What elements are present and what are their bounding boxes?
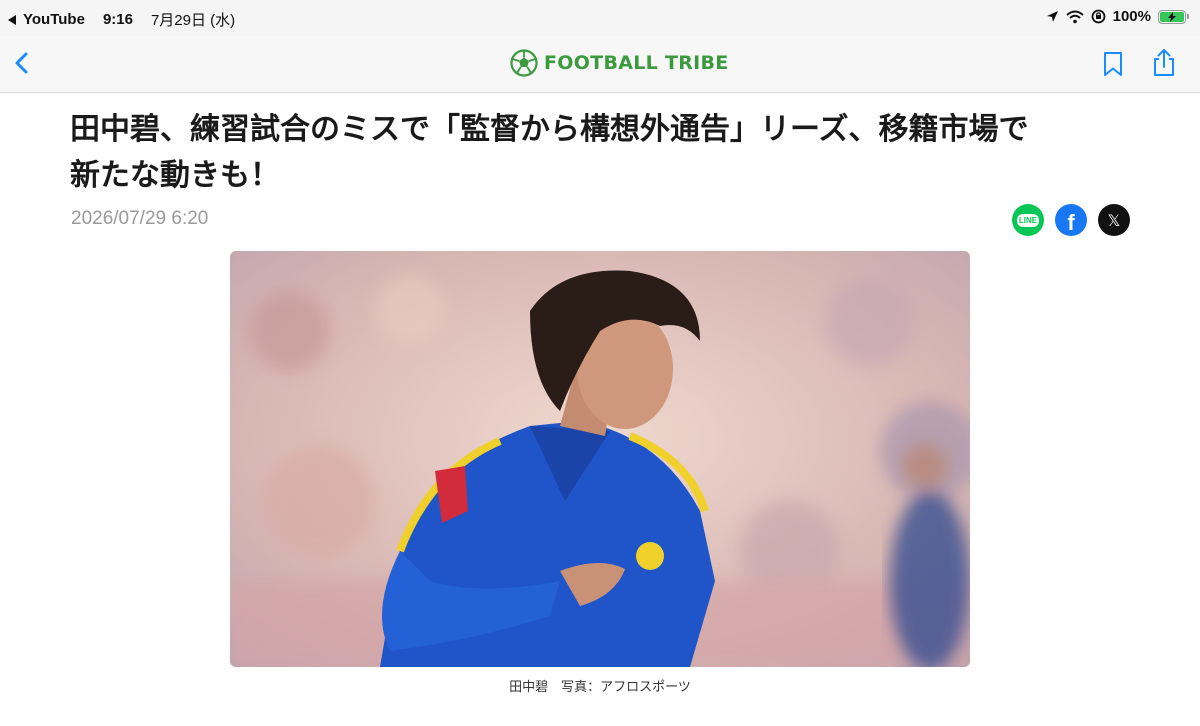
site-logo[interactable]: FOOTBALL TRIBE xyxy=(510,49,729,77)
chevron-left-icon[interactable] xyxy=(8,48,38,78)
status-left: YouTube 9:16 7月29日 (水) xyxy=(8,9,235,30)
brand-name: FOOTBALL TRIBE xyxy=(544,52,729,74)
bookmark-icon[interactable] xyxy=(1100,50,1126,78)
status-bar: YouTube 9:16 7月29日 (水) 100% xyxy=(0,0,1200,36)
facebook-icon: f xyxy=(1067,209,1075,235)
status-date: 7月29日 (水) xyxy=(150,12,236,29)
photo-caption: 田中碧 写真：アフロスポーツ xyxy=(509,680,691,695)
status-time: 9:16 xyxy=(102,11,133,28)
article-title-line-1: 田中碧、練習試合のミスで「監督から構想外通告」リーズ、移籍市場で xyxy=(70,112,1029,147)
x-share-button[interactable]: 𝕏 xyxy=(1098,204,1130,236)
player-photo-illustration xyxy=(230,251,970,667)
battery-percentage: 100% xyxy=(1112,8,1151,25)
share-buttons: LINE f 𝕏 xyxy=(1012,204,1130,236)
article-title-line-2: 新たな動きも！ xyxy=(70,158,280,193)
wifi-icon xyxy=(1065,10,1084,23)
article-title: 田中碧、練習試合のミスで「監督から構想外通告」リーズ、移籍市場で 新たな動きも！ xyxy=(70,107,1130,199)
status-right: 100% xyxy=(1046,8,1189,25)
x-icon: 𝕏 xyxy=(1107,210,1121,230)
share-icon[interactable] xyxy=(1150,48,1178,78)
article-photo xyxy=(230,251,970,667)
back-to-app-icon[interactable] xyxy=(8,14,16,25)
facebook-share-button[interactable]: f xyxy=(1055,204,1087,236)
soccer-ball-logo xyxy=(510,49,538,77)
line-share-button[interactable]: LINE xyxy=(1012,204,1044,236)
line-icon: LINE xyxy=(1016,213,1040,227)
orientation-lock-icon xyxy=(1091,9,1106,24)
battery-icon xyxy=(1158,9,1189,24)
article-date: 2026/07/29 6:20 xyxy=(71,208,209,229)
nav-bar: FOOTBALL TRIBE xyxy=(0,36,1200,93)
location-arrow-icon xyxy=(1046,11,1058,22)
back-to-app-label[interactable]: YouTube xyxy=(23,11,85,28)
